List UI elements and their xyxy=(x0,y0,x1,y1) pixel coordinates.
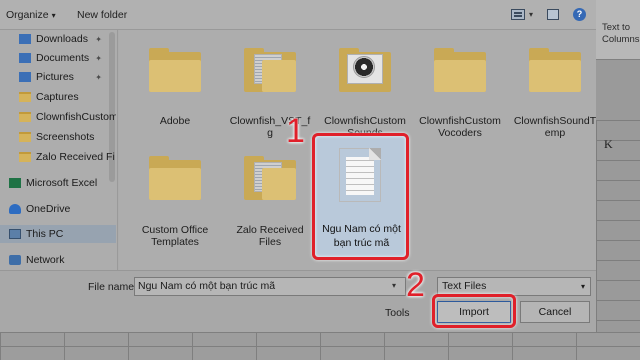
sidebar-item-network[interactable]: Network xyxy=(0,251,116,269)
sidebar-item-label: Zalo Received Fi xyxy=(36,151,115,163)
sidebar-item-label: OneDrive xyxy=(26,203,71,215)
sidebar-item-label: This PC xyxy=(26,228,64,240)
folder-icon xyxy=(19,132,31,142)
sidebar-item-label: Documents xyxy=(36,52,90,64)
help-icon[interactable]: ? xyxy=(573,8,586,21)
sidebar-item-label: ClownfishCustom xyxy=(36,111,116,123)
folder-tile-zalo-received-files[interactable]: Zalo Received Files xyxy=(222,146,318,256)
sidebar-item-screenshots[interactable]: Screenshots xyxy=(0,128,116,146)
folder-with-disc-icon xyxy=(339,48,391,92)
tile-label: ClownfishSoundT emp xyxy=(513,115,597,139)
folder-icon xyxy=(149,48,201,92)
chevron-down-icon: ▾ xyxy=(580,282,585,291)
excel-bottom-grid xyxy=(0,332,640,360)
navigation-pane: Downloads ✦ Documents ✦ Pictures ✦ Captu… xyxy=(0,30,118,270)
folder-icon xyxy=(19,92,31,102)
tools-menu[interactable]: Tools xyxy=(385,307,410,319)
organize-button[interactable]: Organize ▾ xyxy=(6,9,56,21)
file-type-value: Text Files xyxy=(442,280,487,292)
download-icon xyxy=(19,34,31,44)
view-options-caret-icon[interactable]: ▾ xyxy=(529,10,533,19)
folder-with-document-icon xyxy=(244,48,296,92)
import-text-file-dialog: Organize ▾ New folder ▾ ? Downloads ✦ Doc… xyxy=(0,0,596,332)
folder-icon xyxy=(149,156,201,200)
sidebar-item-label: Microsoft Excel xyxy=(26,177,98,189)
folder-tile-clownfishsoundtemp[interactable]: ClownfishSoundT emp xyxy=(507,40,603,150)
sidebar-item-label: Network xyxy=(26,254,65,266)
change-view-icon[interactable] xyxy=(510,9,525,20)
pictures-icon xyxy=(19,72,31,82)
cancel-button[interactable]: Cancel xyxy=(520,301,590,323)
annotation-box-selected-file xyxy=(312,133,409,260)
folder-icon xyxy=(434,48,486,92)
sidebar-item-onedrive[interactable]: OneDrive xyxy=(0,200,116,218)
file-name-label: File name: xyxy=(88,281,138,293)
folder-icon xyxy=(19,152,31,162)
sidebar-item-pictures[interactable]: Pictures ✦ xyxy=(0,68,116,86)
folder-with-document-icon xyxy=(244,156,296,200)
documents-icon xyxy=(19,53,31,63)
sidebar-item-label: Captures xyxy=(36,91,79,103)
excel-column-header: K xyxy=(604,137,613,151)
tools-label: Tools xyxy=(385,307,410,319)
sidebar-item-documents[interactable]: Documents ✦ xyxy=(0,49,116,67)
excel-icon xyxy=(9,178,21,188)
sidebar-item-downloads[interactable]: Downloads ✦ xyxy=(0,30,116,48)
sidebar-item-captures[interactable]: Captures xyxy=(0,88,116,106)
preview-pane-icon[interactable] xyxy=(547,9,559,20)
sidebar-item-label: Pictures xyxy=(36,71,74,83)
file-name-dropdown-icon[interactable]: ▾ xyxy=(392,281,396,290)
sidebar-item-zalo-received-files[interactable]: Zalo Received Fi xyxy=(0,148,116,166)
pin-icon: ✦ xyxy=(95,34,102,44)
sidebar-item-microsoft-excel[interactable]: Microsoft Excel xyxy=(0,174,116,192)
cloud-icon xyxy=(9,204,21,214)
tile-label: Adobe xyxy=(159,115,191,127)
file-name-input[interactable]: Ngu Nam có một bạn trúc mã xyxy=(134,277,406,296)
sidebar-item-this-pc[interactable]: This PC xyxy=(0,225,116,243)
pin-icon: ✦ xyxy=(95,53,102,63)
new-folder-button[interactable]: New folder xyxy=(77,9,127,21)
annotation-box-import-button xyxy=(432,294,516,328)
folder-tile-adobe[interactable]: Adobe xyxy=(127,40,223,150)
sidebar-item-clownfishcustom[interactable]: ClownfishCustom xyxy=(0,108,116,126)
annotation-step-number: 2 xyxy=(406,266,425,304)
tile-label: Custom Office Templates xyxy=(141,224,209,248)
sidebar-item-label: Downloads xyxy=(36,33,88,45)
view-controls: ▾ ? xyxy=(510,8,586,21)
folder-icon xyxy=(19,112,31,122)
sidebar-item-label: Screenshots xyxy=(36,131,95,143)
organize-label: Organize xyxy=(6,9,49,21)
tile-label: ClownfishCustom Vocoders xyxy=(419,115,501,139)
chevron-down-icon: ▾ xyxy=(51,11,56,20)
dialog-toolbar: Organize ▾ New folder ▾ ? xyxy=(0,0,596,30)
folder-tile-custom-office-templates[interactable]: Custom Office Templates xyxy=(127,146,223,256)
excel-grid xyxy=(596,120,640,360)
computer-icon xyxy=(9,229,21,239)
folder-tile-clownfishcustom-vocoders[interactable]: ClownfishCustom Vocoders xyxy=(412,40,508,150)
network-icon xyxy=(9,255,21,265)
annotation-step-number: 1 xyxy=(286,112,305,150)
folder-icon xyxy=(529,48,581,92)
text-to-columns-label: Text to Columns xyxy=(602,22,640,45)
tile-label: Zalo Received Files xyxy=(236,224,304,248)
pin-icon: ✦ xyxy=(95,72,102,82)
